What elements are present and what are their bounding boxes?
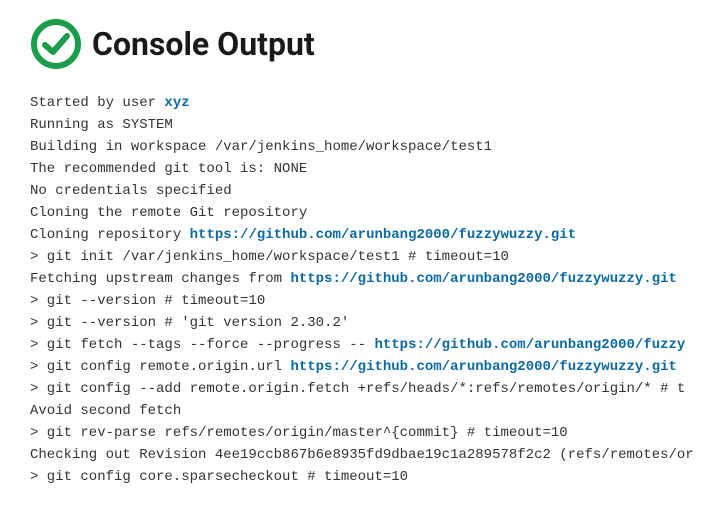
log-line: No credentials specified xyxy=(30,180,718,202)
repo-link[interactable]: https://github.com/arunbang2000/fuzzywuz… xyxy=(290,271,676,287)
log-text: Started by user xyxy=(30,95,164,111)
log-line: Started by user xyz xyxy=(30,92,718,114)
console-log: Started by user xyz Running as SYSTEM Bu… xyxy=(30,92,718,488)
log-line: Checking out Revision 4ee19ccb867b6e8935… xyxy=(30,444,718,466)
log-text: > git config remote.origin.url xyxy=(30,359,290,375)
log-line: Running as SYSTEM xyxy=(30,114,718,136)
console-output-page: Console Output Started by user xyz Runni… xyxy=(0,0,718,528)
log-line: > git init /var/jenkins_home/workspace/t… xyxy=(30,246,718,268)
success-check-icon xyxy=(30,18,82,70)
log-text: Fetching upstream changes from xyxy=(30,271,290,287)
log-line: Cloning repository https://github.com/ar… xyxy=(30,224,718,246)
log-line: > git config --add remote.origin.fetch +… xyxy=(30,378,718,400)
page-header: Console Output xyxy=(30,18,718,70)
user-link[interactable]: xyz xyxy=(164,95,189,111)
log-line: Avoid second fetch xyxy=(30,400,718,422)
log-line: Fetching upstream changes from https://g… xyxy=(30,268,718,290)
log-line: > git fetch --tags --force --progress --… xyxy=(30,334,718,356)
log-line: > git --version # 'git version 2.30.2' xyxy=(30,312,718,334)
page-title: Console Output xyxy=(92,25,315,63)
repo-link[interactable]: https://github.com/arunbang2000/fuzzy xyxy=(374,337,685,353)
log-line: > git config core.sparsecheckout # timeo… xyxy=(30,466,718,488)
repo-link[interactable]: https://github.com/arunbang2000/fuzzywuz… xyxy=(290,359,676,375)
log-line: > git --version # timeout=10 xyxy=(30,290,718,312)
log-line: The recommended git tool is: NONE xyxy=(30,158,718,180)
log-text: Cloning repository xyxy=(30,227,190,243)
log-line: Building in workspace /var/jenkins_home/… xyxy=(30,136,718,158)
log-line: > git config remote.origin.url https://g… xyxy=(30,356,718,378)
log-line: Cloning the remote Git repository xyxy=(30,202,718,224)
repo-link[interactable]: https://github.com/arunbang2000/fuzzywuz… xyxy=(190,227,576,243)
log-text: > git fetch --tags --force --progress -- xyxy=(30,337,374,353)
log-line: > git rev-parse refs/remotes/origin/mast… xyxy=(30,422,718,444)
